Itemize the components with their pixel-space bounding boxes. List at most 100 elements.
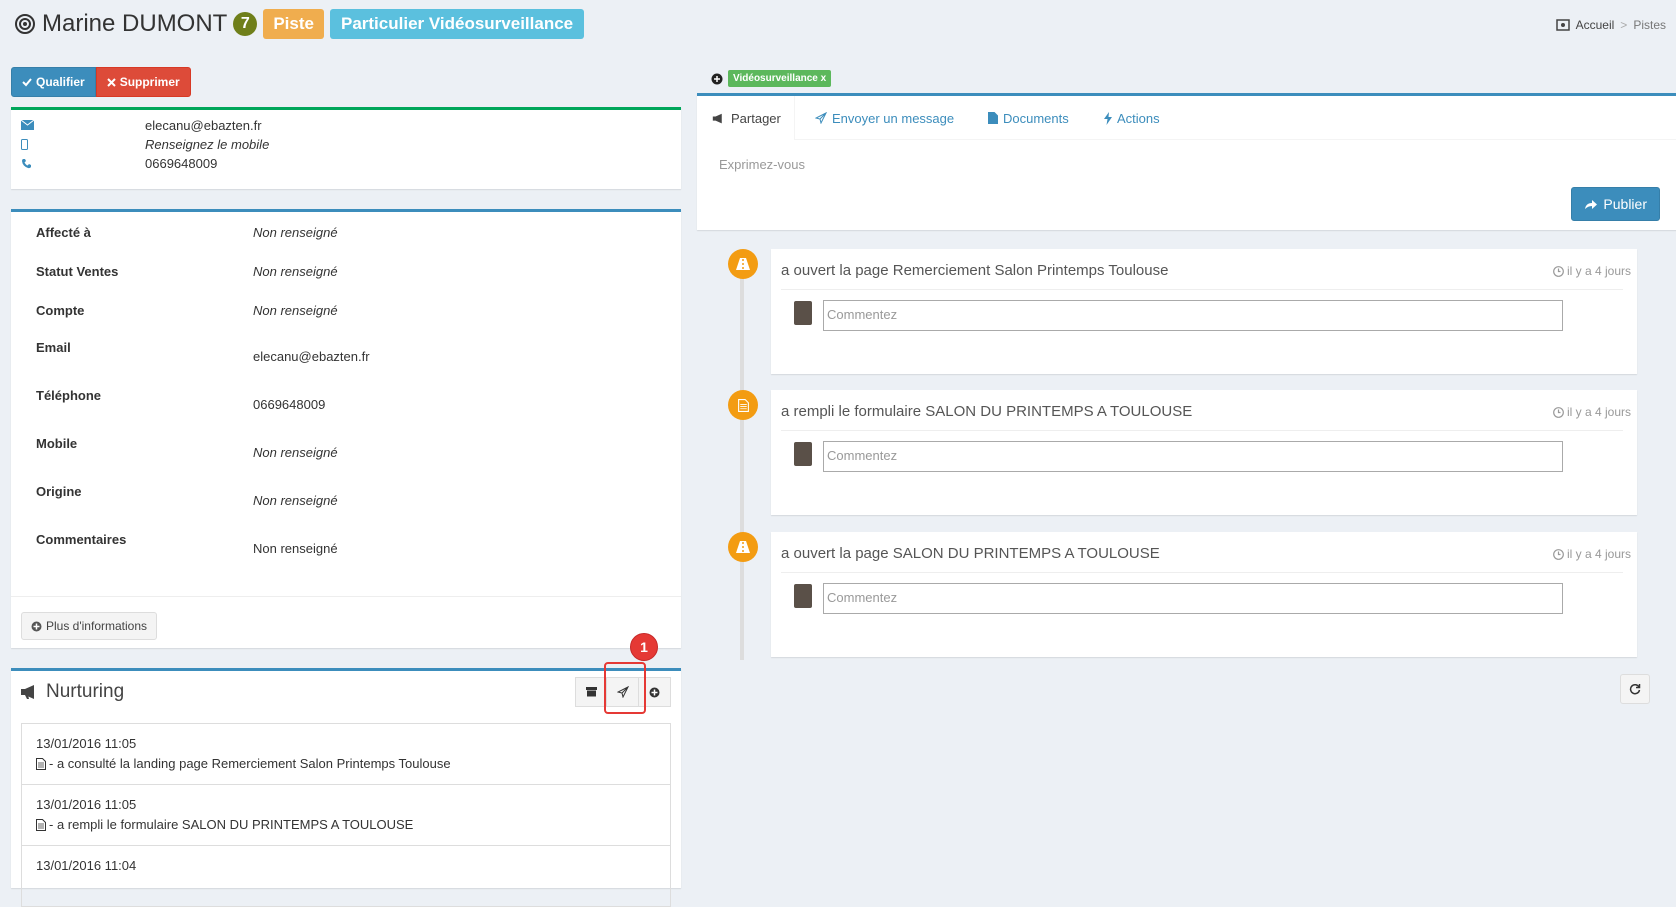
info-label-mobile: Mobile [36, 436, 78, 451]
clock-icon [1553, 548, 1564, 560]
nurturing-box: Nurturing 13/01/2016 11:05 - a consulté … [11, 668, 681, 907]
timeline-time-text: il y a 4 jours [1566, 405, 1631, 419]
refresh-button[interactable] [1620, 674, 1650, 704]
list-item: 13/01/2016 11:05 - a consulté la landing… [22, 724, 670, 785]
info-value-mobile[interactable]: Non renseigné [253, 445, 338, 460]
file-text-icon [36, 818, 46, 831]
timeline-time: il y a 4 jours [1553, 547, 1631, 561]
plus-circle-icon [649, 687, 660, 698]
timeline-divider [781, 289, 1623, 290]
timeline-divider [781, 430, 1623, 431]
nurturing-title: Nurturing [20, 681, 124, 703]
tab-label: Partager [731, 110, 781, 126]
comment-input[interactable]: Commentez [823, 300, 1563, 331]
nurturing-title-text: Nurturing [46, 681, 125, 702]
page-title: Marine DUMONT 7 Piste Particulier Vidéos… [14, 9, 585, 39]
dashboard-icon [1555, 19, 1570, 31]
breadcrumb-current: Pistes [1633, 18, 1666, 32]
tab-documents[interactable]: Documents [988, 96, 1069, 140]
road-icon [728, 249, 758, 279]
bolt-icon [1104, 111, 1112, 125]
info-label-affecte: Affecté à [36, 225, 91, 240]
info-value-statut[interactable]: Non renseigné [253, 264, 338, 279]
tag-videosurveillance[interactable]: Vidéosurveillance x [728, 70, 832, 87]
nurturing-desc: - a rempli le formulaire SALON DU PRINTE… [49, 817, 414, 832]
share-input[interactable]: Exprimez-vous [719, 157, 805, 172]
list-item: 13/01/2016 11:04 [22, 846, 670, 907]
step-badge: 1 [630, 633, 658, 661]
info-value-compte[interactable]: Non renseigné [253, 303, 338, 318]
info-box: Affecté à Non renseigné Statut Ventes No… [11, 209, 681, 648]
timeline-time: il y a 4 jours [1553, 264, 1631, 278]
share-tabs: Partager Envoyer un message Documents Ac… [697, 96, 1676, 140]
lead-name: Marine DUMONT [42, 10, 228, 37]
nurturing-list: 13/01/2016 11:05 - a consulté la landing… [21, 723, 671, 907]
add-tag-icon[interactable] [711, 73, 723, 85]
archive-button[interactable] [575, 677, 607, 707]
score-badge: 7 [233, 12, 258, 36]
share-arrow-icon [1584, 199, 1598, 210]
road-icon [728, 532, 758, 562]
share-box: Partager Envoyer un message Documents Ac… [697, 93, 1676, 230]
mobile-icon [21, 139, 37, 150]
type-label: Particulier Vidéosurveillance [329, 9, 585, 39]
comment-input[interactable]: Commentez [823, 583, 1563, 614]
timeline-item: a ouvert la page SALON DU PRINTEMPS A TO… [771, 532, 1637, 657]
contact-email[interactable]: elecanu@ebazten.fr [145, 118, 262, 133]
tab-partager[interactable]: Partager [697, 96, 795, 140]
timeline-text: a rempli le formulaire SALON DU PRINTEMP… [781, 403, 1193, 420]
avatar [794, 301, 812, 325]
comment-input[interactable]: Commentez [823, 441, 1563, 472]
nurturing-date: 13/01/2016 11:05 [36, 797, 137, 812]
info-label-telephone: Téléphone [36, 388, 102, 403]
tab-label: Documents [1003, 110, 1069, 126]
contact-mobile-row: Renseignez le mobile [21, 137, 269, 152]
info-value-affecte[interactable]: Non renseigné [253, 225, 338, 240]
status-label: Piste [263, 9, 324, 39]
bullhorn-icon [712, 113, 726, 124]
timeline-time-text: il y a 4 jours [1566, 264, 1631, 278]
more-info-button[interactable]: Plus d'informations [21, 612, 158, 640]
tag-row: Vidéosurveillance x [711, 70, 832, 87]
phone-icon [21, 158, 37, 169]
info-label-compte: Compte [36, 303, 85, 318]
contact-phone[interactable]: 0669648009 [145, 156, 217, 171]
tab-envoyer-message[interactable]: Envoyer un message [815, 96, 954, 140]
file-text-icon [36, 757, 46, 770]
list-item: 13/01/2016 11:05 - a rempli le formulair… [22, 785, 670, 846]
breadcrumb-separator: > [1620, 18, 1628, 32]
publish-button[interactable]: Publier [1571, 187, 1660, 221]
nurturing-desc: - a consulté la landing page Remerciemen… [49, 756, 451, 771]
tab-actions[interactable]: Actions [1104, 96, 1160, 140]
contact-box: elecanu@ebazten.fr Renseignez le mobile … [11, 107, 681, 189]
contact-phone-row: 0669648009 [21, 156, 217, 171]
document-icon [728, 390, 758, 420]
timeline-item: a ouvert la page Remerciement Salon Prin… [771, 249, 1637, 374]
archive-icon [585, 687, 597, 697]
info-value-telephone[interactable]: 0669648009 [253, 397, 325, 412]
info-value-email[interactable]: elecanu@ebazten.fr [253, 349, 370, 364]
file-icon [988, 112, 998, 124]
qualifier-button[interactable]: Qualifier [11, 67, 96, 97]
nurturing-date: 13/01/2016 11:04 [36, 858, 137, 873]
bullseye-icon [14, 13, 36, 35]
check-icon [22, 77, 32, 87]
supprimer-label: Supprimer [119, 75, 180, 89]
breadcrumb-home[interactable]: Accueil [1576, 18, 1615, 32]
tab-label: Envoyer un message [832, 110, 955, 126]
info-footer-divider [11, 596, 681, 597]
info-value-commentaires[interactable]: Non renseigné [253, 541, 338, 556]
times-icon [106, 77, 116, 87]
contact-mobile[interactable]: Renseignez le mobile [145, 137, 269, 152]
plus-circle-icon [31, 621, 42, 632]
paper-plane-icon [815, 112, 827, 124]
info-label-statut: Statut Ventes [36, 264, 119, 279]
page-header: Marine DUMONT 7 Piste Particulier Vidéos… [0, 0, 1676, 52]
supprimer-button[interactable]: Supprimer [95, 67, 191, 97]
lead-actions: Qualifier Supprimer [11, 67, 191, 97]
more-info-label: Plus d'informations [46, 619, 148, 633]
info-value-origine[interactable]: Non renseigné [253, 493, 338, 508]
timeline-line [740, 255, 744, 660]
avatar [794, 584, 812, 608]
info-label-commentaires: Commentaires [36, 532, 127, 547]
